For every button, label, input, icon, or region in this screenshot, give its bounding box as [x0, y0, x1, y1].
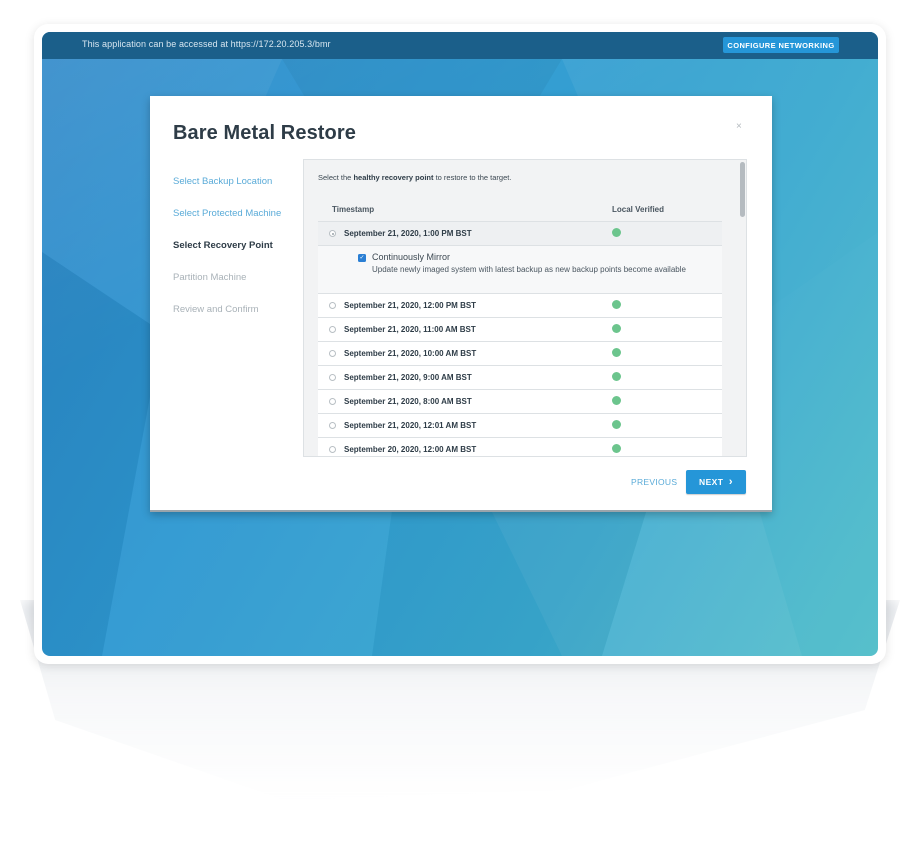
close-icon[interactable]: ×	[736, 122, 742, 132]
radio-button[interactable]	[329, 302, 336, 309]
step-select-backup-location[interactable]: Select Backup Location	[173, 176, 272, 187]
table-row[interactable]: September 21, 2020, 9:00 AM BST	[318, 365, 722, 389]
radio-button[interactable]	[329, 446, 336, 453]
next-button[interactable]: NEXT ›	[686, 470, 746, 494]
radio-button[interactable]	[329, 326, 336, 333]
table-row[interactable]: September 21, 2020, 12:01 AM BST	[318, 413, 722, 437]
continuous-mirror-label[interactable]: Continuously Mirror	[372, 252, 450, 262]
recovery-timestamp: September 21, 2020, 12:00 PM BST	[344, 301, 477, 310]
access-url-message: This application can be accessed at http…	[82, 39, 331, 49]
radio-button[interactable]	[329, 350, 336, 357]
recovery-point-panel[interactable]: Select the healthy recovery point to res…	[303, 159, 747, 457]
verified-status-dot	[612, 228, 621, 237]
recovery-points-table: September 21, 2020, 1:00 PM BST ✓ Contin…	[318, 221, 722, 456]
table-row[interactable]: September 21, 2020, 11:00 AM BST	[318, 317, 722, 341]
table-row[interactable]: September 21, 2020, 8:00 AM BST	[318, 389, 722, 413]
configure-networking-button[interactable]: CONFIGURE NETWORKING	[723, 37, 839, 53]
step-review-and-confirm: Review and Confirm	[173, 304, 259, 315]
checkmark-icon[interactable]: ✓	[358, 254, 366, 262]
table-row[interactable]: September 21, 2020, 1:00 PM BST	[318, 221, 722, 245]
recovery-timestamp: September 21, 2020, 11:00 AM BST	[344, 325, 476, 334]
column-header-timestamp: Timestamp	[332, 205, 375, 214]
recovery-timestamp: September 21, 2020, 10:00 AM BST	[344, 349, 477, 358]
panel-scrollbar[interactable]	[738, 160, 746, 456]
verified-status-dot	[612, 444, 621, 453]
radio-button[interactable]	[329, 374, 336, 381]
verified-status-dot	[612, 396, 621, 405]
table-row[interactable]: September 21, 2020, 12:00 PM BST	[318, 293, 722, 317]
bare-metal-restore-dialog: Bare Metal Restore × Select Backup Locat…	[150, 96, 772, 512]
scrollbar-thumb[interactable]	[740, 162, 745, 217]
step-select-protected-machine[interactable]: Select Protected Machine	[173, 208, 281, 219]
verified-status-dot	[612, 372, 621, 381]
recovery-timestamp: September 21, 2020, 12:01 AM BST	[344, 421, 477, 430]
table-row[interactable]: September 20, 2020, 12:00 AM BST	[318, 437, 722, 456]
recovery-timestamp: September 21, 2020, 1:00 PM BST	[344, 229, 472, 238]
table-row[interactable]: September 21, 2020, 10:00 AM BST	[318, 341, 722, 365]
verified-status-dot	[612, 300, 621, 309]
step-select-recovery-point: Select Recovery Point	[173, 240, 273, 251]
column-header-local-verified: Local Verified	[612, 205, 665, 214]
dialog-title: Bare Metal Restore	[173, 122, 356, 144]
chevron-right-icon: ›	[728, 476, 733, 488]
verified-status-dot	[612, 324, 621, 333]
instruction-text: Select the healthy recovery point to res…	[318, 173, 512, 182]
top-bar: This application can be accessed at http…	[42, 32, 878, 59]
recovery-timestamp: September 20, 2020, 12:00 AM BST	[344, 445, 477, 454]
continuous-mirror-option: ✓ Continuously Mirror Update newly image…	[318, 245, 722, 293]
radio-button[interactable]	[329, 422, 336, 429]
continuous-mirror-description: Update newly imaged system with latest b…	[372, 265, 686, 274]
recovery-timestamp: September 21, 2020, 9:00 AM BST	[344, 373, 472, 382]
previous-button[interactable]: PREVIOUS	[631, 477, 677, 487]
verified-status-dot	[612, 420, 621, 429]
radio-button[interactable]	[329, 398, 336, 405]
radio-button[interactable]	[329, 230, 336, 237]
step-partition-machine: Partition Machine	[173, 272, 247, 283]
verified-status-dot	[612, 348, 621, 357]
recovery-timestamp: September 21, 2020, 8:00 AM BST	[344, 397, 472, 406]
